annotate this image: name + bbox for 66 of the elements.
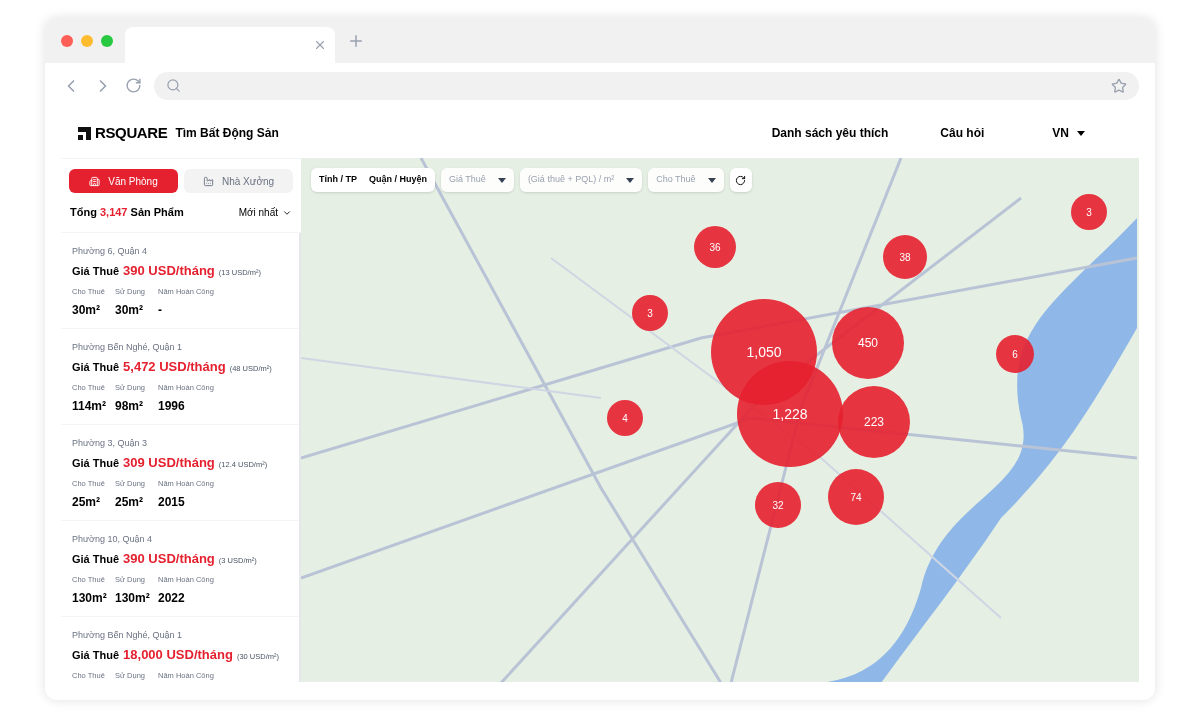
- listing-location: Phường Bến Nghé, Quận 1: [72, 629, 183, 642]
- listing-price: 390 USD/tháng: [123, 261, 215, 280]
- cluster-marker[interactable]: 3: [632, 295, 668, 331]
- listing-location: Phường 3, Quận 3: [72, 437, 148, 450]
- cluster-marker[interactable]: 32: [755, 482, 801, 528]
- listing-location: Phường 6, Quận 4: [72, 245, 148, 258]
- caret-icon: [626, 177, 635, 183]
- spec-value: -: [158, 302, 163, 320]
- region-filter[interactable]: Tỉnh / TP: [319, 173, 357, 187]
- caret-icon: [707, 177, 716, 183]
- cluster-marker[interactable]: 4: [607, 400, 643, 436]
- filter-dropdown[interactable]: (Giá thuê + PQL) / m²: [519, 168, 643, 192]
- sort-dropdown[interactable]: Mới nhất: [238, 205, 292, 220]
- logo-icon: [78, 126, 91, 140]
- listing-price: 18,000 USD/tháng: [123, 645, 233, 664]
- factory-icon: [202, 175, 214, 187]
- refresh-icon: [735, 174, 747, 186]
- spec-value: 130m²: [115, 590, 148, 608]
- listing-price: 309 USD/tháng: [123, 453, 215, 472]
- spec-value: 30m²: [72, 302, 101, 320]
- language-dropdown[interactable]: VN: [1052, 124, 1085, 142]
- total-count: Tổng 3,147 Sản Phẩm: [70, 205, 184, 221]
- search-icon: [166, 78, 181, 93]
- region-filter[interactable]: Quận / Huyện: [369, 173, 427, 187]
- spec-value: 130m²: [72, 590, 105, 608]
- reset-button[interactable]: [729, 168, 752, 192]
- map-background[interactable]: Tỉnh / TP Quận / Huyện Giá Thuê (Giá thuê + PQL) / m² Cho Thuê 3 36 38 3 1,050 450 6 4 1,228 223 74 32: [301, 158, 1139, 682]
- spec-value: 2022: [158, 590, 186, 608]
- price-label: Giá Thuê: [72, 359, 120, 375]
- reload-icon[interactable]: [125, 77, 142, 94]
- listing-location: Phường 10, Quận 4: [72, 533, 153, 546]
- star-icon[interactable]: [1111, 77, 1127, 94]
- cluster-marker[interactable]: 450: [832, 307, 904, 379]
- spec-value: 1996: [158, 398, 186, 416]
- nav-link[interactable]: Danh sách yêu thích: [771, 124, 889, 142]
- category-tab[interactable]: Nhà Xưởng: [184, 169, 293, 193]
- listing-price: 5,472 USD/tháng: [123, 357, 226, 376]
- price-label: Giá Thuê: [72, 263, 120, 279]
- spec-value: 2015: [158, 494, 186, 512]
- caret-icon: [1077, 130, 1085, 136]
- close-icon[interactable]: [313, 38, 327, 52]
- spec-value: 25m²: [115, 494, 144, 512]
- price-label: Giá Thuê: [72, 551, 120, 567]
- tagline: Tìm Bất Động Sản: [175, 125, 279, 142]
- spec-value: 30m²: [115, 302, 144, 320]
- cluster-marker[interactable]: 38: [883, 235, 927, 279]
- cluster-marker[interactable]: 3: [1071, 194, 1107, 230]
- spec-value: 98m²: [115, 398, 144, 416]
- category-tab[interactable]: Văn Phòng: [69, 169, 178, 193]
- building-icon: [89, 175, 101, 187]
- spec-value: 25m²: [72, 494, 101, 512]
- cluster-marker[interactable]: 223: [838, 386, 910, 458]
- cluster-marker[interactable]: 1,228: [737, 361, 843, 467]
- price-label: Giá Thuê: [72, 647, 120, 663]
- caret-icon: [497, 177, 506, 183]
- cluster-marker[interactable]: 36: [694, 226, 736, 268]
- listing-location: Phường Bến Nghé, Quận 1: [72, 341, 183, 354]
- cluster-marker[interactable]: 74: [828, 469, 884, 525]
- price-label: Giá Thuê: [72, 455, 120, 471]
- spec-value: 114m²: [72, 398, 105, 416]
- listing-price: 390 USD/tháng: [123, 549, 215, 568]
- nav-link[interactable]: Câu hỏi: [940, 124, 985, 142]
- cluster-marker[interactable]: 6: [996, 335, 1034, 373]
- filter-dropdown[interactable]: Giá Thuê: [441, 168, 514, 192]
- filter-dropdown[interactable]: Cho Thuê: [648, 168, 724, 192]
- logo[interactable]: RSQUARE: [95, 121, 168, 145]
